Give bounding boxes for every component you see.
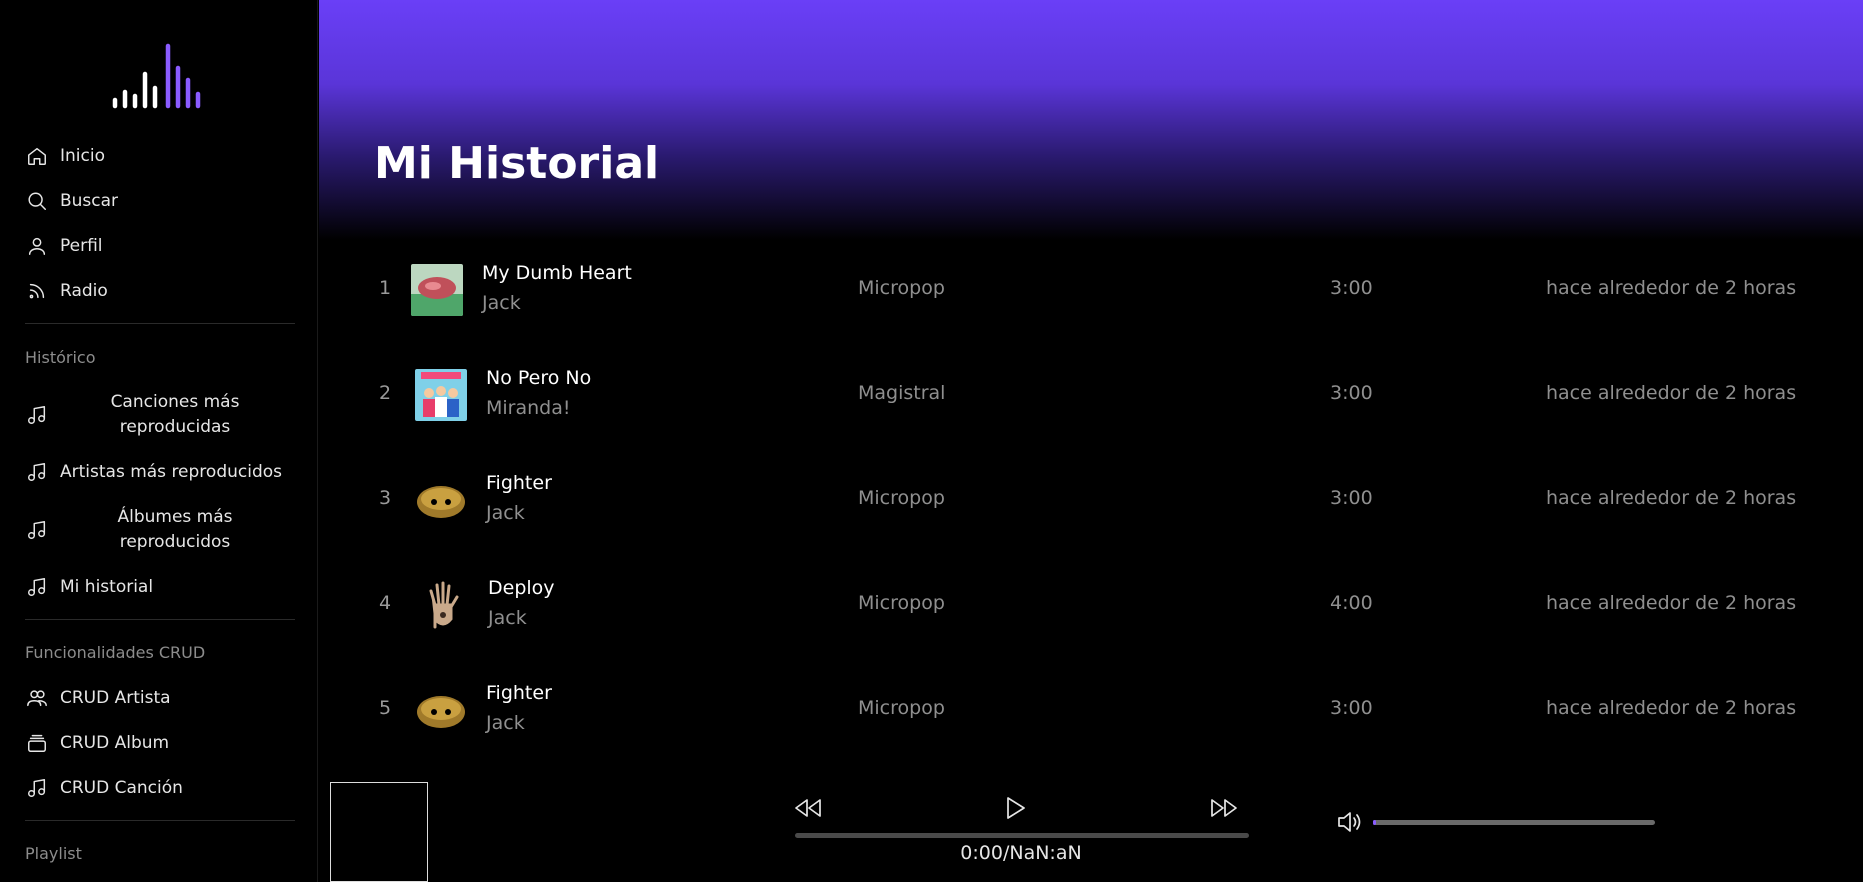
page-title: Mi Historial: [374, 138, 660, 189]
nav-perfil[interactable]: Perfil: [25, 234, 103, 258]
section-title-crud: Funcionalidades CRUD: [25, 643, 206, 662]
nav-inicio[interactable]: Inicio: [25, 144, 105, 168]
track-title: Fighter: [486, 472, 552, 494]
section-title-historico: Histórico: [25, 348, 96, 367]
track-album: Micropop: [858, 592, 945, 614]
section-title-playlist: Playlist: [25, 844, 82, 863]
nav-label: Artistas más reproducidos: [60, 462, 283, 482]
track-cover: [415, 369, 467, 421]
volume-icon: [1338, 812, 1361, 832]
track-duration: 3:00: [1330, 277, 1373, 299]
nav-label: Mi historial: [60, 577, 154, 597]
users-icon: [25, 686, 49, 710]
volume-button[interactable]: [1335, 808, 1363, 840]
search-icon: [25, 189, 49, 213]
nav-crud-album[interactable]: CRUD Album: [25, 731, 169, 755]
nav-crud-artista[interactable]: CRUD Artista: [25, 686, 171, 710]
music-note-icon: [25, 776, 49, 800]
track-row[interactable]: 2 No Pero No Miranda! Magistral 3:00 hac…: [319, 341, 1863, 446]
track-artist: Miranda!: [486, 397, 571, 419]
track-row[interactable]: 1 My Dumb Heart Jack Micropop 3:00 hace …: [319, 236, 1863, 341]
track-album: Micropop: [858, 277, 945, 299]
nav-label: Álbumes más reproducidos: [117, 507, 233, 552]
track-artist: Jack: [482, 292, 521, 314]
track-cover: [417, 579, 469, 631]
track-cover: [415, 474, 467, 526]
track-album: Micropop: [858, 697, 945, 719]
home-icon: [25, 144, 49, 168]
track-album: Micropop: [858, 487, 945, 509]
track-artist: Jack: [486, 502, 525, 524]
track-row[interactable]: 3 Fighter Jack Micropop 3:00 hace alrede…: [319, 446, 1863, 551]
user-icon: [25, 234, 49, 258]
player-bar: 0:00/NaN:aN: [319, 772, 1863, 882]
music-note-icon: [25, 518, 49, 542]
fast-forward-icon: [1211, 799, 1237, 817]
play-icon: [1007, 797, 1025, 819]
next-button[interactable]: [1209, 796, 1239, 824]
main-content: Mi Historial 1 My Dumb Heart Jack Microp…: [319, 0, 1863, 772]
music-note-icon: [25, 575, 49, 599]
track-title: Deploy: [488, 577, 555, 599]
track-title: My Dumb Heart: [482, 262, 632, 284]
album-stack-icon: [25, 731, 49, 755]
nav-label: CRUD Album: [60, 733, 170, 753]
nav-label: CRUD Canción: [60, 778, 183, 798]
track-duration: 3:00: [1330, 382, 1373, 404]
track-row[interactable]: 5 Fighter Jack Micropop 3:00 hace alrede…: [319, 656, 1863, 761]
nav-label: Perfil: [60, 236, 103, 256]
track-number: 1: [378, 277, 392, 299]
track-title: Fighter: [486, 682, 552, 704]
nav-mi-historial[interactable]: Mi historial: [25, 575, 153, 599]
nav-canciones-mas-reproducidas[interactable]: Canciones más reproducidas: [25, 390, 290, 440]
track-played-at: hace alrededor de 2 horas: [1546, 382, 1797, 404]
music-note-icon: [25, 460, 49, 484]
previous-button[interactable]: [793, 796, 823, 824]
play-button[interactable]: [1002, 794, 1028, 826]
track-artist: Jack: [488, 607, 527, 629]
progress-bar[interactable]: [795, 833, 1249, 838]
nav-label: Radio: [60, 281, 108, 301]
track-number: 2: [378, 382, 392, 404]
track-album: Magistral: [858, 382, 946, 404]
music-note-icon: [25, 403, 49, 427]
track-duration: 4:00: [1330, 592, 1373, 614]
page-header: Mi Historial: [319, 0, 1863, 240]
nav-buscar[interactable]: Buscar: [25, 189, 118, 213]
track-number: 4: [378, 592, 392, 614]
nav-albumes-mas-reproducidos[interactable]: Álbumes más reproducidos: [25, 505, 290, 555]
divider: [25, 820, 295, 821]
nav-crud-cancion[interactable]: CRUD Canción: [25, 776, 183, 800]
track-duration: 3:00: [1330, 487, 1373, 509]
track-number: 3: [378, 487, 392, 509]
playback-time: 0:00/NaN:aN: [960, 842, 1082, 864]
track-artist: Jack: [486, 712, 525, 734]
track-played-at: hace alrededor de 2 horas: [1546, 592, 1797, 614]
track-played-at: hace alrededor de 2 horas: [1546, 697, 1797, 719]
divider: [25, 619, 295, 620]
volume-fill: [1373, 820, 1376, 825]
track-number: 5: [378, 697, 392, 719]
rewind-icon: [795, 799, 821, 817]
rss-icon: [25, 279, 49, 303]
track-title: No Pero No: [486, 367, 592, 389]
track-played-at: hace alrededor de 2 horas: [1546, 277, 1797, 299]
nav-radio[interactable]: Radio: [25, 279, 108, 303]
volume-slider[interactable]: [1373, 820, 1655, 825]
nav-label: CRUD Artista: [60, 688, 171, 708]
track-cover: [411, 264, 463, 316]
nav-label: Inicio: [60, 146, 105, 166]
divider: [25, 323, 295, 324]
track-duration: 3:00: [1330, 697, 1373, 719]
track-played-at: hace alrededor de 2 horas: [1546, 487, 1797, 509]
track-cover: [415, 684, 467, 736]
track-row[interactable]: 4 Deploy Jack Micropop 4:00 hace alreded…: [319, 551, 1863, 656]
nav-label: Buscar: [60, 191, 119, 211]
nav-artistas-mas-reproducidos[interactable]: Artistas más reproducidos: [25, 460, 282, 484]
now-playing-cover: [330, 782, 428, 882]
sidebar: Inicio Buscar Perfil Radio Histórico Can…: [0, 0, 318, 882]
nav-label: Canciones más reproducidas: [110, 392, 240, 437]
app-logo: [110, 40, 210, 110]
